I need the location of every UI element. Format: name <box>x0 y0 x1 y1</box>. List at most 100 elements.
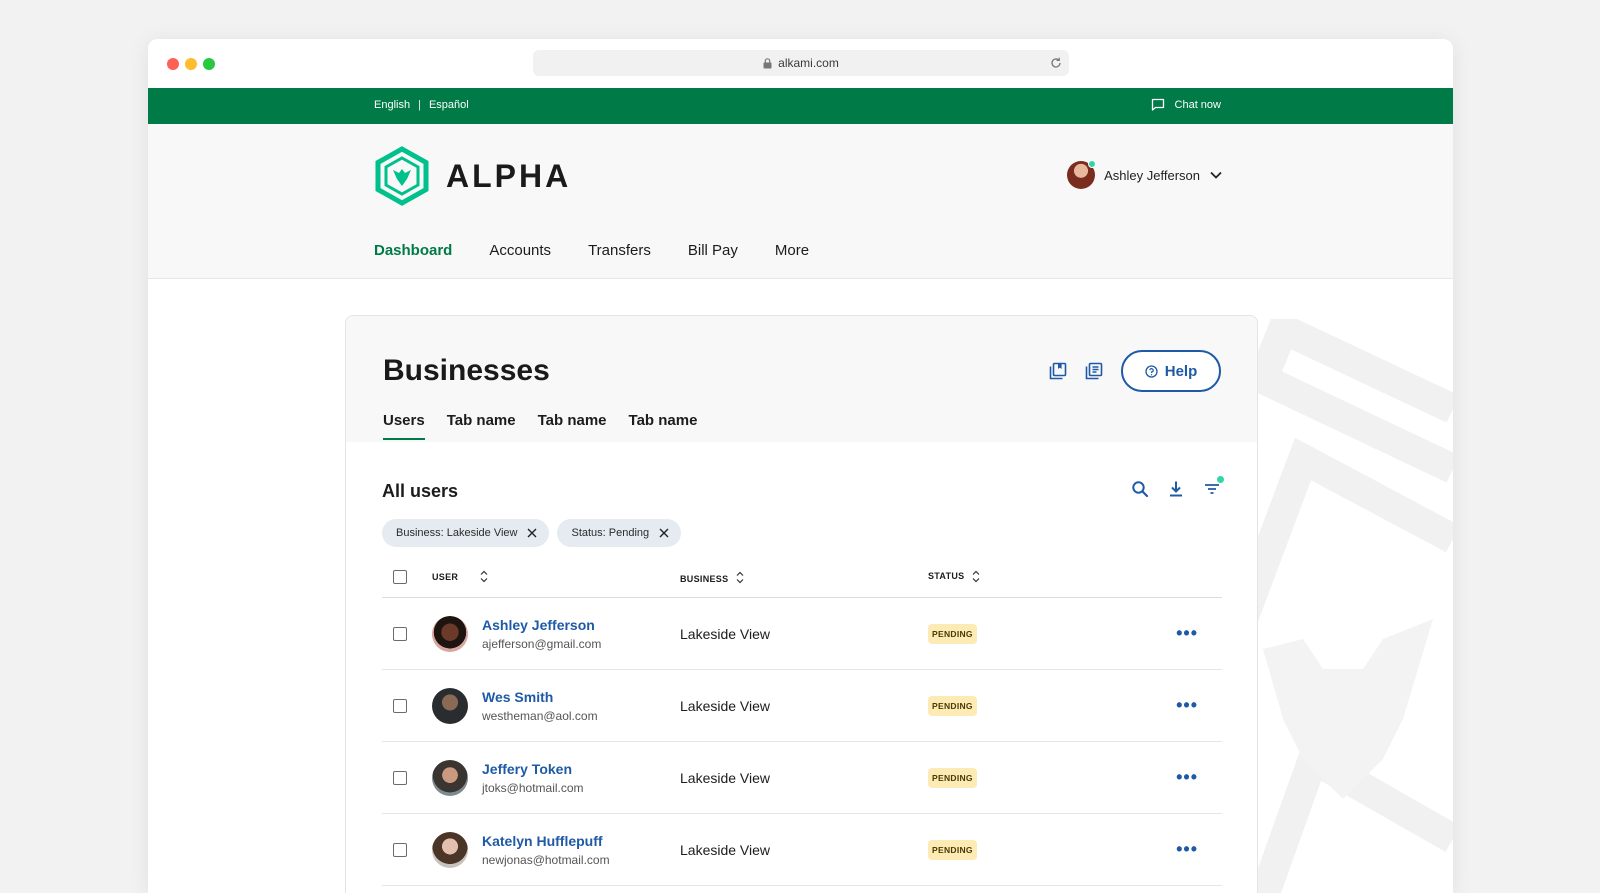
row-checkbox[interactable] <box>393 842 407 857</box>
brand-name: ALPHA <box>446 157 572 194</box>
user-email: jtoks@hotmail.com <box>482 780 584 795</box>
avatar <box>432 759 468 796</box>
filter-chip-business: Business: Lakeside View <box>382 519 550 547</box>
alpha-hexagon-logo-icon <box>375 146 429 206</box>
bookmark-copy-icon[interactable] <box>1049 362 1067 380</box>
column-label: USER <box>432 571 459 582</box>
nav-accounts[interactable]: Accounts <box>489 242 551 259</box>
table-header: USER BUSINESS STATUS <box>382 556 1222 598</box>
close-icon[interactable] <box>527 528 537 538</box>
main-nav: Dashboard Accounts Transfers Bill Pay Mo… <box>374 242 809 259</box>
online-status-indicator <box>1088 160 1097 168</box>
close-window-button[interactable] <box>167 58 179 70</box>
chat-bubble-icon <box>1151 98 1164 111</box>
header-actions: Help <box>1049 350 1221 392</box>
filter-button[interactable] <box>1203 476 1224 503</box>
more-options-icon[interactable]: ••• <box>1176 623 1198 643</box>
card-header: Businesses Help Users Tab name Tab name … <box>346 316 1257 442</box>
question-circle-icon <box>1145 364 1158 378</box>
nav-dashboard[interactable]: Dashboard <box>374 242 452 259</box>
filter-chips: Business: Lakeside View Status: Pending <box>382 519 682 547</box>
document-copy-icon[interactable] <box>1085 362 1103 380</box>
more-options-icon[interactable]: ••• <box>1176 839 1198 859</box>
sort-icon <box>973 570 980 583</box>
more-options-icon[interactable]: ••• <box>1176 695 1198 715</box>
tab-users[interactable]: Users <box>383 412 425 440</box>
section-title: All users <box>382 481 459 501</box>
browser-chrome: alkami.com <box>148 39 1453 88</box>
user-name-link[interactable]: Jeffery Token <box>482 761 584 777</box>
tab-2[interactable]: Tab name <box>447 412 516 440</box>
avatar <box>432 615 468 652</box>
help-button-label: Help <box>1164 362 1198 380</box>
avatar <box>432 687 468 724</box>
browser-window: alkami.com English | Español Chat now AL… <box>148 39 1453 893</box>
business-cell: Lakeside View <box>680 625 771 642</box>
status-badge: PENDING <box>928 767 977 788</box>
download-icon[interactable] <box>1167 480 1185 498</box>
reload-icon[interactable] <box>1049 56 1063 70</box>
search-icon[interactable] <box>1131 480 1149 498</box>
row-checkbox[interactable] <box>393 770 407 785</box>
nav-bill-pay[interactable]: Bill Pay <box>688 242 738 259</box>
filter-chip-status: Status: Pending <box>557 519 682 547</box>
language-english-link[interactable]: English <box>374 99 410 111</box>
tab-bar: Users Tab name Tab name Tab name <box>383 412 697 440</box>
table-tools <box>1131 476 1224 503</box>
close-icon[interactable] <box>659 528 669 538</box>
sort-icon <box>480 570 488 583</box>
tab-3[interactable]: Tab name <box>538 412 607 440</box>
minimize-window-button[interactable] <box>185 58 197 70</box>
nav-transfers[interactable]: Transfers <box>588 242 651 259</box>
row-checkbox[interactable] <box>393 698 407 713</box>
table-row: Ashley Jefferson ajefferson@gmail.com La… <box>382 598 1222 670</box>
address-bar[interactable]: alkami.com <box>533 50 1069 76</box>
column-label: STATUS <box>928 570 965 581</box>
zoom-window-button[interactable] <box>203 58 215 70</box>
url-text: alkami.com <box>778 56 839 70</box>
help-button[interactable]: Help <box>1121 350 1221 392</box>
business-cell: Lakeside View <box>680 841 771 858</box>
user-avatar <box>1067 160 1097 189</box>
chat-now-link[interactable]: Chat now <box>1151 98 1221 111</box>
select-all-checkbox[interactable] <box>393 569 407 584</box>
utility-bar: English | Español Chat now <box>148 88 1453 124</box>
user-email: newjonas@hotmail.com <box>482 852 610 867</box>
status-badge: PENDING <box>928 695 977 716</box>
filter-chip-label: Business: Lakeside View <box>396 527 518 539</box>
background-lion-watermark-icon <box>1243 319 1453 893</box>
page-title: Businesses <box>383 354 550 387</box>
user-email: ajefferson@gmail.com <box>482 636 602 651</box>
lock-icon <box>763 57 772 68</box>
user-name: Ashley Jefferson <box>1104 167 1200 183</box>
table-row: Wes Smith westheman@aol.com Lakeside Vie… <box>382 670 1222 742</box>
column-header-business[interactable]: BUSINESS <box>680 569 928 585</box>
chevron-down-icon <box>1210 171 1222 179</box>
site-header: ALPHA Ashley Jefferson Dashboard Account… <box>148 124 1453 279</box>
user-email: westheman@aol.com <box>482 708 598 723</box>
more-options-icon[interactable]: ••• <box>1176 767 1198 787</box>
user-name-link[interactable]: Wes Smith <box>482 689 598 705</box>
active-filter-indicator <box>1217 476 1224 483</box>
filter-chip-label: Status: Pending <box>571 527 650 539</box>
column-header-user[interactable]: USER <box>432 570 680 583</box>
brand-logo[interactable]: ALPHA <box>374 146 571 206</box>
nav-more[interactable]: More <box>775 242 809 259</box>
column-label: BUSINESS <box>680 573 729 584</box>
chat-now-label: Chat now <box>1174 98 1221 111</box>
business-cell: Lakeside View <box>680 769 771 786</box>
sort-icon <box>736 571 744 584</box>
status-badge: PENDING <box>928 839 977 860</box>
user-menu[interactable]: Ashley Jefferson <box>1067 160 1223 189</box>
user-name-link[interactable]: Ashley Jefferson <box>482 617 601 633</box>
users-table: USER BUSINESS STATUS Ashley Jefferson aj… <box>382 556 1222 886</box>
language-espanol-link[interactable]: Español <box>429 99 469 111</box>
tab-4[interactable]: Tab name <box>629 412 698 440</box>
businesses-card: Businesses Help Users Tab name Tab name … <box>345 315 1258 893</box>
status-badge: PENDING <box>928 623 977 644</box>
row-checkbox[interactable] <box>393 626 407 641</box>
language-switcher: English | Español <box>374 99 469 111</box>
column-header-status[interactable]: STATUS <box>928 570 1162 583</box>
user-name-link[interactable]: Katelyn Hufflepuff <box>482 833 610 849</box>
table-row: Jeffery Token jtoks@hotmail.com Lakeside… <box>382 742 1222 814</box>
